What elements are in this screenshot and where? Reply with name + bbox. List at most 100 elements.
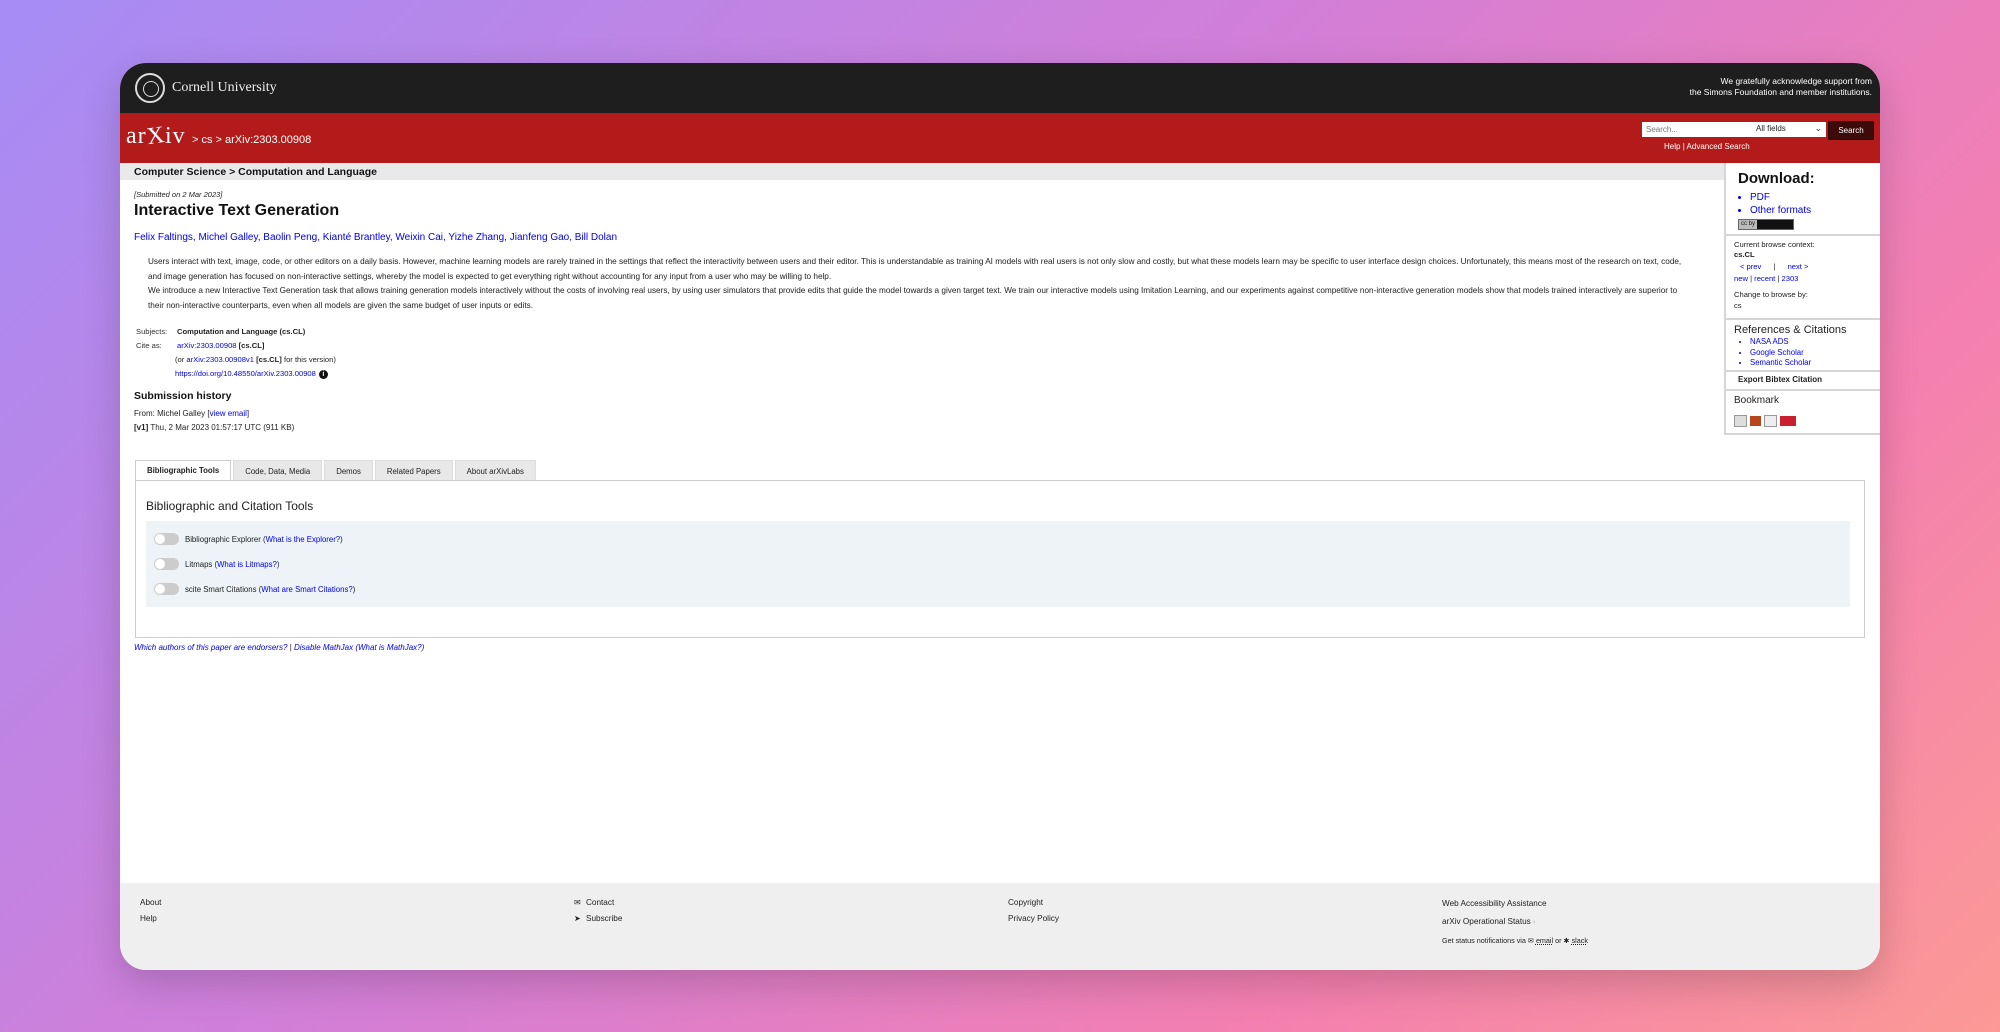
browse-lists: new | recent | 2303 — [1734, 274, 1798, 284]
author-list[interactable]: Felix Faltings, Michel Galley, Baolin Pe… — [134, 232, 617, 243]
footer-subscribe-label: Subscribe — [586, 914, 623, 923]
search-field-select[interactable]: All fields ⌄ — [1750, 122, 1826, 137]
prev-link[interactable]: < prev — [1740, 262, 1761, 271]
cornell-name: Cornell University — [172, 80, 277, 95]
cite-version-suffix: for this version) — [283, 355, 336, 364]
browser-window: Cornell University We gratefully acknowl… — [120, 63, 1880, 970]
cite-version-category: [cs.CL] — [256, 355, 282, 364]
help-link[interactable]: Help — [1664, 142, 1680, 151]
breadcrumb[interactable]: > cs > arXiv:2303.00908 — [192, 134, 311, 146]
reddit-icon[interactable] — [1780, 416, 1796, 426]
tool-litmaps: Litmaps (What is Litmaps?) — [154, 558, 280, 570]
tool-label-end: ) — [352, 584, 356, 594]
acknowledgement: We gratefully acknowledge support from t… — [1690, 76, 1872, 98]
bookmark-title: Bookmark — [1734, 395, 1780, 406]
search-input[interactable] — [1642, 122, 1750, 137]
nasa-ads-link[interactable]: NASA ADS — [1750, 337, 1811, 348]
cornell-header: Cornell University We gratefully acknowl… — [120, 63, 1880, 113]
bookmark-section: Bookmark — [1726, 391, 1880, 435]
tab-about-arxivlabs[interactable]: About arXivLabs — [454, 460, 536, 481]
footer-col-2: ✉ Contact ➤ Subscribe — [574, 895, 622, 927]
license-badge-text: cc by — [1739, 220, 1757, 229]
bookmark-icons — [1734, 415, 1796, 427]
submission-history-title: Submission history — [134, 390, 232, 402]
what-is-explorer-link[interactable]: What is the Explorer? — [266, 535, 341, 544]
license-badge-icon[interactable]: cc by — [1738, 219, 1794, 230]
tool-label: Bibliographic Explorer ( — [185, 534, 266, 544]
citeulike-icon[interactable] — [1764, 415, 1777, 427]
subject-header: Computer Science > Computation and Langu… — [120, 163, 1724, 180]
download-list: PDF Other formats — [1738, 191, 1811, 217]
footer-privacy-link[interactable]: Privacy Policy — [1008, 911, 1059, 927]
cite-label: Cite as: — [136, 341, 162, 350]
history-version[interactable]: [v1] — [134, 423, 148, 432]
cite-version-link[interactable]: arXiv:2303.00908v1 — [186, 355, 254, 364]
footer-col-1: About Help — [140, 895, 161, 927]
tool-label: scite Smart Citations ( — [185, 584, 262, 594]
recent-link[interactable]: recent — [1754, 274, 1775, 283]
arxiv-logo-x: X — [144, 121, 167, 151]
cornell-logo-link[interactable]: Cornell University — [135, 73, 277, 103]
change-browse-label: Change to browse by: — [1734, 290, 1808, 299]
references-list: NASA ADS Google Scholar Semantic Scholar — [1738, 337, 1811, 369]
tool-label: Litmaps ( — [185, 559, 218, 569]
footer-subscribe[interactable]: ➤ Subscribe — [574, 911, 622, 927]
info-icon[interactable]: i — [318, 369, 328, 379]
tool-list: Bibliographic Explorer (What is the Expl… — [146, 521, 1850, 607]
month-link[interactable]: 2303 — [1782, 274, 1799, 283]
export-section: Export Bibtex Citation — [1726, 372, 1880, 391]
view-email-link[interactable]: view email — [210, 409, 247, 418]
tab-code-data-media[interactable]: Code, Data, Media — [233, 460, 323, 481]
footer-copyright-link[interactable]: Copyright — [1008, 895, 1059, 911]
litmaps-toggle[interactable] — [154, 558, 179, 570]
references-section: References & Citations NASA ADS Google S… — [1726, 320, 1880, 372]
doi-link[interactable]: https://doi.org/10.48550/arXiv.2303.0090… — [175, 369, 316, 378]
browse-context-label: Current browse context: — [1734, 240, 1815, 249]
arxiv-logo[interactable]: arXiv — [126, 121, 186, 151]
what-is-litmaps-link[interactable]: What is Litmaps? — [217, 560, 277, 569]
explorer-toggle[interactable] — [154, 533, 179, 545]
what-are-smart-citations-link[interactable]: What are Smart Citations? — [261, 585, 352, 594]
search-button[interactable]: Search — [1828, 121, 1874, 140]
paper-title: Interactive Text Generation — [134, 202, 340, 219]
sidebar: Download: PDF Other formats cc by Curren… — [1724, 163, 1880, 435]
footer-notify: Get status notifications via ✉ email or … — [1442, 932, 1588, 950]
cite-id-link[interactable]: arXiv:2303.00908 — [177, 341, 237, 350]
footer-contact-label: Contact — [586, 898, 615, 907]
export-bibtex-link[interactable]: Export Bibtex Citation — [1738, 375, 1822, 385]
new-link[interactable]: new — [1734, 274, 1748, 283]
tab-demos[interactable]: Demos — [324, 460, 373, 481]
footer-status[interactable]: arXiv Operational Status › — [1442, 913, 1588, 932]
tool-label-end: ) — [276, 559, 280, 569]
google-scholar-link[interactable]: Google Scholar — [1750, 348, 1811, 359]
footer-email-link[interactable]: email — [1536, 936, 1553, 945]
endorsers-link[interactable]: Which authors of this paper are endorser… — [134, 643, 287, 652]
abstract: Users interact with text, image, code, o… — [148, 255, 1688, 313]
history-date: Thu, 2 Mar 2023 01:57:17 UTC (911 KB) — [150, 423, 295, 432]
ack-line-2[interactable]: the Simons Foundation and member institu… — [1690, 87, 1872, 98]
arxiv-logo-text-b: iv — [165, 123, 186, 149]
ack-line-1: We gratefully acknowledge support from — [1720, 76, 1872, 86]
semantic-scholar-link[interactable]: Semantic Scholar — [1750, 358, 1811, 369]
footer-accessibility-link[interactable]: Web Accessibility Assistance — [1442, 895, 1588, 913]
tab-bibliographic-tools[interactable]: Bibliographic Tools — [135, 460, 232, 481]
bibsonomy-icon[interactable] — [1734, 415, 1747, 427]
disable-mathjax-link[interactable]: Disable MathJax — [294, 643, 353, 652]
submission-history: From: Michel Galley [view email] [v1] Th… — [134, 407, 294, 435]
footer-help-link[interactable]: Help — [140, 911, 161, 927]
download-section: Download: PDF Other formats cc by — [1726, 163, 1880, 236]
what-is-mathjax-link[interactable]: (What is MathJax?) — [355, 643, 424, 652]
mendeley-icon[interactable] — [1750, 416, 1761, 426]
advanced-search-link[interactable]: Advanced Search — [1687, 142, 1750, 151]
footer-about-link[interactable]: About — [140, 895, 161, 911]
footer-contact[interactable]: ✉ Contact — [574, 895, 622, 911]
footer-slack-link[interactable]: slack — [1572, 936, 1588, 945]
next-link[interactable]: next > — [1788, 262, 1809, 271]
panel-title: Bibliographic and Citation Tools — [146, 499, 314, 513]
scite-toggle[interactable] — [154, 583, 179, 595]
browse-cs-link[interactable]: cs — [1734, 301, 1742, 311]
other-formats-link[interactable]: Other formats — [1750, 204, 1811, 217]
pdf-link[interactable]: PDF — [1750, 191, 1811, 204]
tab-related-papers[interactable]: Related Papers — [374, 460, 453, 481]
footer: About Help ✉ Contact ➤ Subscribe Copyright… — [120, 883, 1880, 970]
